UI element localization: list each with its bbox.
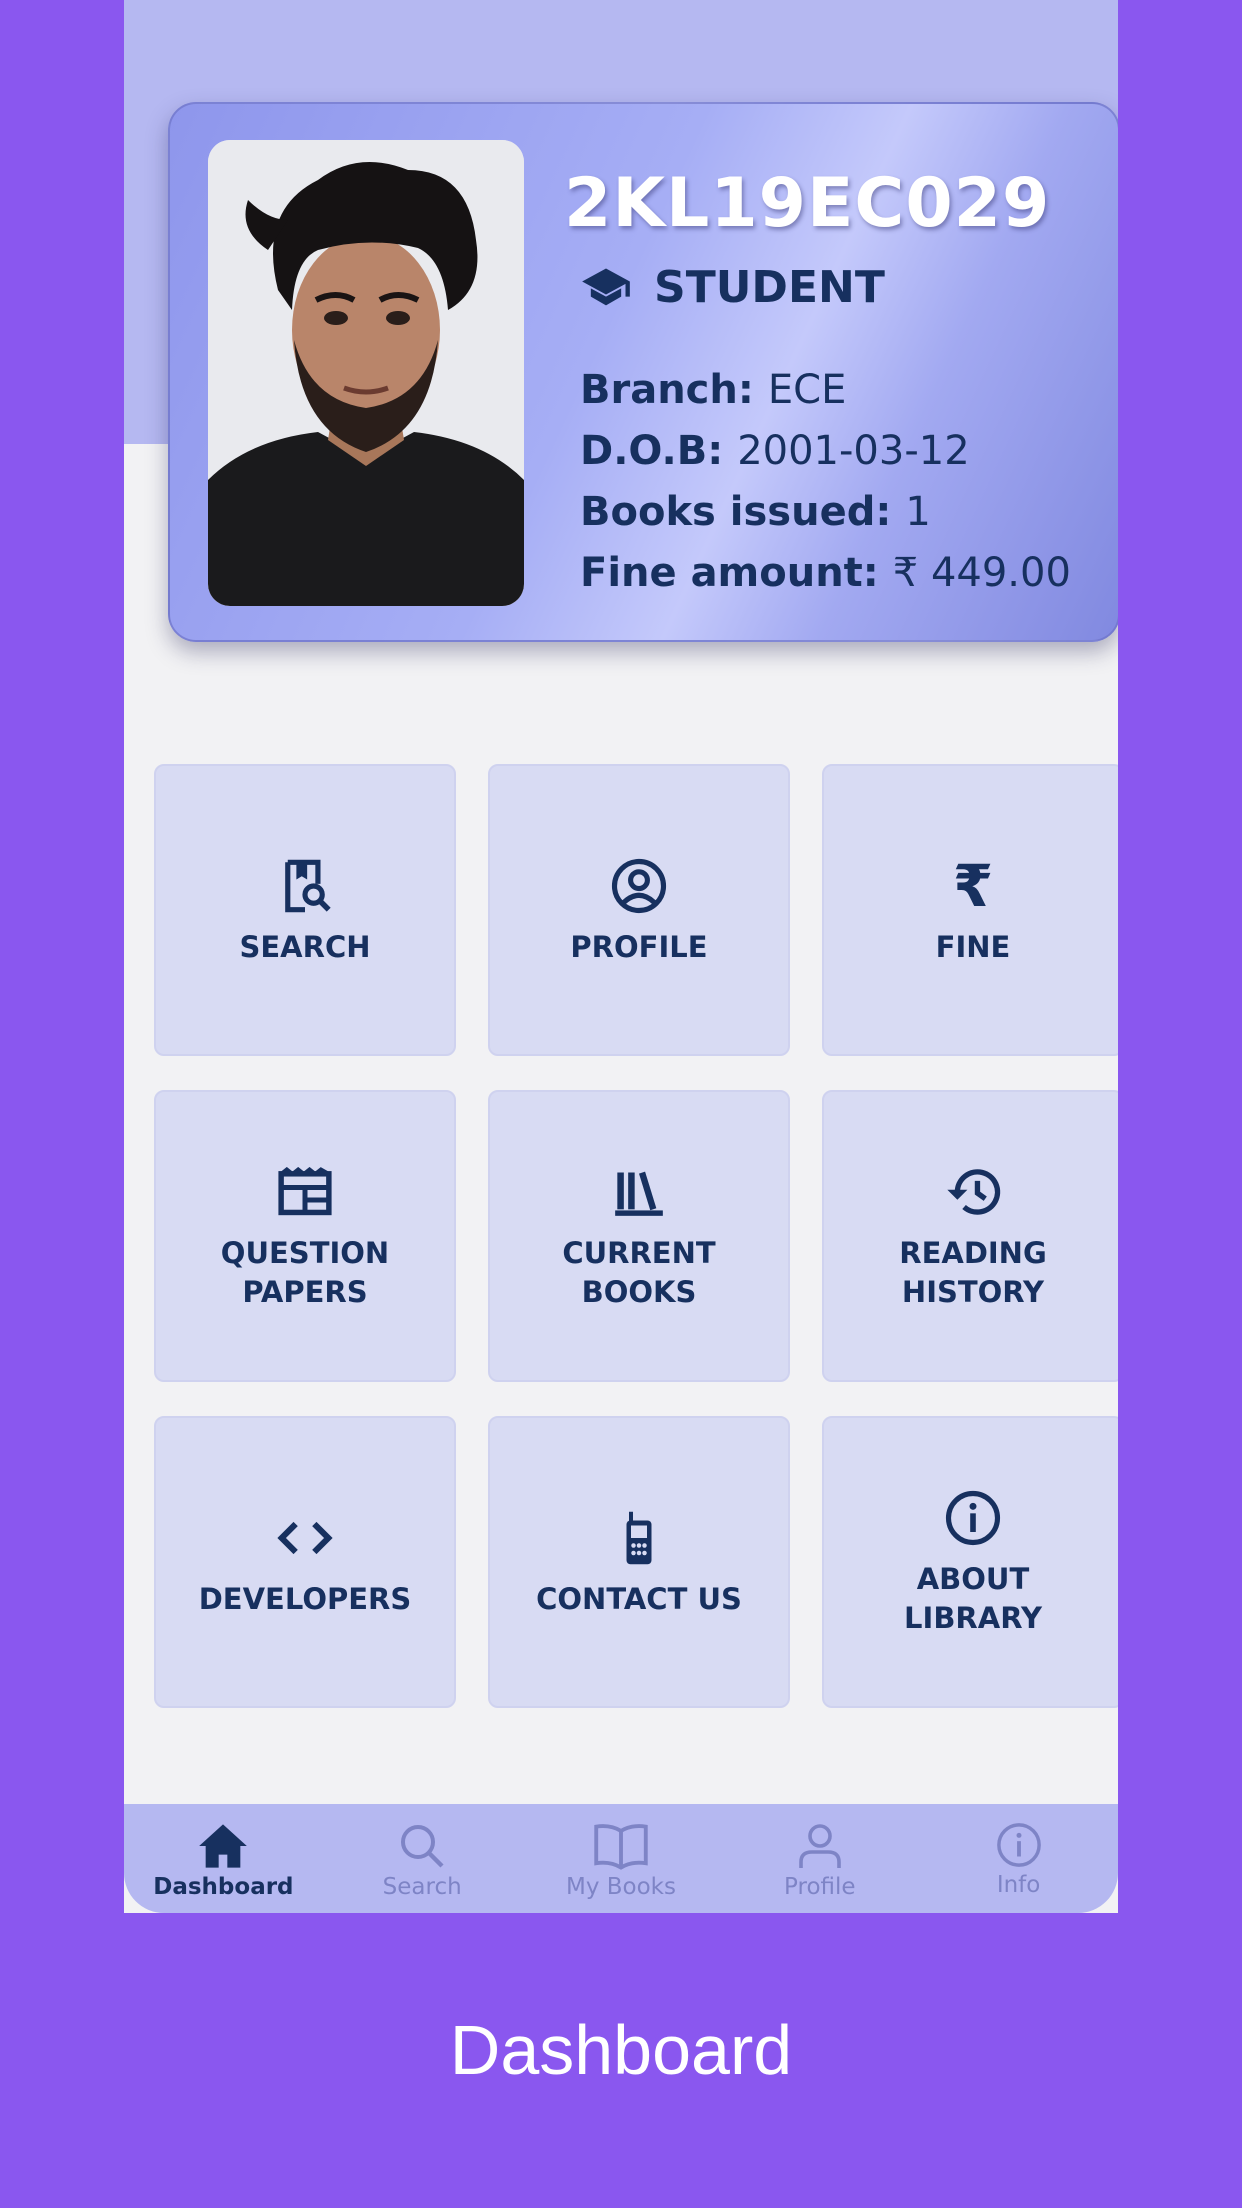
nav-my-books[interactable]: My Books	[522, 1804, 721, 1913]
tile-label: QUESTION PAPERS	[220, 1236, 390, 1309]
student-photo-image	[208, 140, 524, 606]
tile-developers[interactable]: DEVELOPERS	[154, 1416, 456, 1708]
newspaper-icon	[278, 1167, 332, 1216]
tile-contact-us[interactable]: CONTACT US	[488, 1416, 790, 1708]
student-photo	[208, 140, 524, 606]
tile-label: READING HISTORY	[899, 1236, 1047, 1309]
student-id: 2KL19EC029	[564, 164, 1051, 243]
book-search-icon	[285, 859, 331, 912]
nav-dashboard[interactable]: Dashboard	[124, 1804, 323, 1913]
tile-about-library[interactable]: ABOUT LIBRARY	[822, 1416, 1118, 1708]
info-icon	[945, 1490, 1001, 1546]
info-value: 1	[905, 489, 931, 535]
nav-label: Search	[382, 1874, 462, 1900]
tile-label: CURRENT BOOKS	[562, 1236, 716, 1309]
info-value: ECE	[767, 367, 847, 413]
nav-label: Profile	[784, 1874, 856, 1900]
graduation-cap-icon	[582, 268, 630, 305]
phone-screen: 2KL19EC029 STUDENT Branch: ECE D.O.B: 2001…	[124, 0, 1118, 1913]
tile-label: PROFILE	[570, 929, 708, 964]
code-icon	[277, 1521, 333, 1554]
nav-search[interactable]: Search	[323, 1804, 522, 1913]
tile-label: DEVELOPERS	[198, 1581, 412, 1616]
tile-reading-history[interactable]: READING HISTORY	[822, 1090, 1118, 1382]
info-icon	[996, 1823, 1041, 1867]
nav-label: Dashboard	[153, 1874, 294, 1900]
tile-profile[interactable]: PROFILE	[488, 764, 790, 1056]
open-book-icon	[594, 1824, 648, 1870]
library-books-icon	[615, 1171, 663, 1216]
tile-current-books[interactable]: CURRENT BOOKS	[488, 1090, 790, 1382]
tile-label: SEARCH	[239, 929, 371, 964]
person-icon	[798, 1824, 841, 1868]
info-fine-amount: Fine amount: ₹ 449.00	[580, 543, 1071, 604]
info-branch: Branch: ECE	[580, 360, 1071, 421]
bottom-nav: Dashboard Search My Books Profile Info	[124, 1804, 1118, 1913]
nav-profile[interactable]: Profile	[720, 1804, 919, 1913]
info-label: D.O.B:	[580, 428, 724, 474]
nav-label: Info	[996, 1872, 1041, 1898]
tile-question-papers[interactable]: QUESTION PAPERS	[154, 1090, 456, 1382]
student-info-list: Branch: ECE D.O.B: 2001-03-12 Books issued…	[580, 360, 1071, 604]
tile-label: CONTACT US	[536, 1581, 742, 1616]
tile-search[interactable]: SEARCH	[154, 764, 456, 1056]
nav-info[interactable]: Info	[919, 1804, 1118, 1913]
info-label: Branch:	[580, 367, 754, 413]
role-row: STUDENT	[580, 262, 885, 313]
tile-fine[interactable]: ₹ FINE	[822, 764, 1118, 1056]
info-value: ₹ 449.00	[892, 550, 1071, 596]
info-value: 2001-03-12	[737, 428, 970, 474]
search-icon	[401, 1825, 444, 1868]
history-icon	[947, 1169, 1001, 1215]
student-id-card: 2KL19EC029 STUDENT Branch: ECE D.O.B: 2001…	[168, 102, 1118, 642]
home-icon	[199, 1824, 248, 1868]
role-label: STUDENT	[654, 262, 885, 313]
tile-label: FINE	[935, 929, 1011, 964]
info-dob: D.O.B: 2001-03-12	[580, 421, 1071, 482]
rupee-icon: ₹	[952, 851, 994, 920]
info-label: Fine amount:	[580, 550, 879, 596]
info-label: Books issued:	[580, 489, 892, 535]
info-books-issued: Books issued: 1	[580, 482, 1071, 543]
account-circle-icon	[611, 858, 667, 913]
tile-label: ABOUT LIBRARY	[904, 1562, 1042, 1635]
screen-caption: Dashboard	[449, 2011, 793, 2089]
cellphone-icon	[626, 1511, 652, 1564]
nav-label: My Books	[565, 1874, 676, 1900]
